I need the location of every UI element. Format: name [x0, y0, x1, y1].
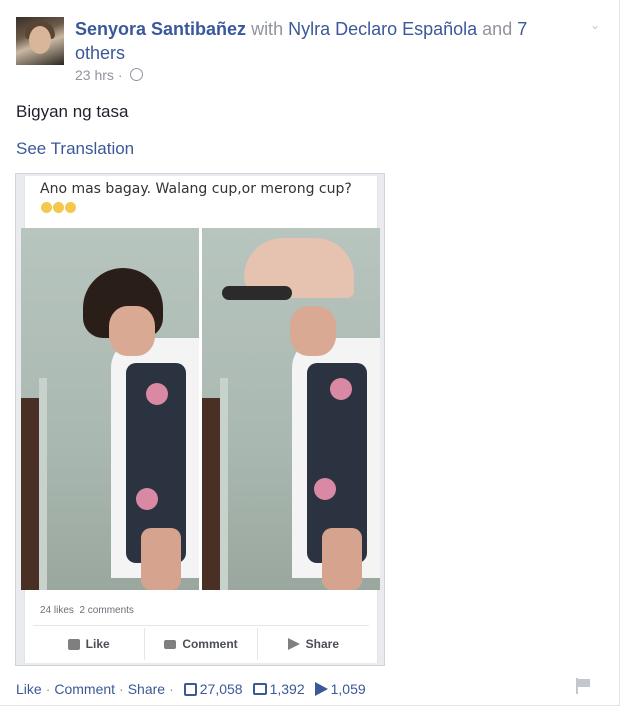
like-link[interactable]: Like — [16, 681, 42, 697]
embedded-comment-label: Comment — [182, 637, 238, 651]
embedded-caption: Ano mas bagay. Walang cup,or merong cup? — [40, 180, 360, 218]
meta-separator: · — [117, 67, 123, 83]
like-count-value: 27,058 — [199, 681, 243, 697]
chair — [21, 398, 39, 590]
embedded-caption-text: Ano mas bagay. Walang cup,or merong cup? — [40, 181, 352, 197]
share-count[interactable]: 1,059 — [314, 681, 366, 697]
with-text: with — [246, 19, 289, 39]
post-text: Bigyan ng tasa — [16, 102, 129, 121]
embedded-comment-button: Comment — [145, 628, 258, 660]
tagged-friend[interactable]: Nylra Declaro Española — [288, 19, 477, 39]
and-text: and — [477, 19, 518, 39]
embedded-share-label: Share — [305, 637, 339, 651]
emoji-icon — [53, 202, 64, 213]
embedded-likes: 24 likes — [40, 605, 74, 616]
comment-icon — [164, 639, 177, 649]
arm — [141, 528, 181, 590]
post-card: Senyora Santibañez with Nylra Declaro Es… — [0, 0, 620, 706]
boy-face — [290, 306, 336, 356]
photo-with-cap — [202, 228, 380, 590]
boy-face — [109, 306, 155, 356]
cap-brim — [222, 286, 292, 300]
flower-print — [314, 478, 336, 500]
like-count[interactable]: 27,058 — [183, 681, 243, 697]
thumbs-up-icon — [183, 682, 197, 696]
post-meta: 23 hrs · — [75, 67, 144, 83]
wall-edge — [39, 378, 47, 590]
globe-icon[interactable] — [130, 68, 144, 81]
author-avatar[interactable] — [16, 17, 64, 65]
share-link[interactable]: Share — [128, 681, 165, 697]
comment-count-value: 1,392 — [269, 681, 305, 697]
embedded-post: Ano mas bagay. Walang cup,or merong cup? — [21, 176, 380, 663]
post-time[interactable]: 23 hrs — [75, 67, 114, 83]
emoji-icon — [65, 202, 76, 213]
chair — [202, 398, 220, 590]
embedded-share-button: Share — [258, 628, 369, 660]
chevron-down-icon[interactable]: ⌄ — [590, 18, 604, 32]
embedded-actions: Like Comment Share — [33, 628, 369, 660]
see-translation-link[interactable]: See Translation — [16, 139, 134, 159]
avatar-face — [29, 26, 51, 54]
comment-icon — [252, 683, 267, 695]
flower-print — [136, 488, 158, 510]
flag-cloth — [578, 679, 590, 687]
photo-without-cap — [21, 228, 199, 590]
embedded-like-button: Like — [33, 628, 146, 660]
author-name[interactable]: Senyora Santibañez — [75, 19, 246, 39]
embedded-like-label: Like — [85, 637, 110, 651]
flower-print — [146, 383, 168, 405]
embedded-comments: 2 comments — [79, 605, 134, 616]
arm — [322, 528, 362, 590]
embedded-counts: 24 likes 2 comments — [40, 605, 134, 616]
separator: · — [119, 681, 124, 697]
thumbs-up-icon — [67, 638, 80, 650]
wall-edge — [220, 378, 228, 590]
flower-print — [330, 378, 352, 400]
flag-icon[interactable] — [576, 678, 590, 694]
separator: · — [169, 681, 174, 697]
share-icon — [314, 682, 328, 696]
post-image[interactable]: Ano mas bagay. Walang cup,or merong cup? — [15, 173, 385, 666]
share-count-value: 1,059 — [330, 681, 366, 697]
post-header: Senyora Santibañez with Nylra Declaro Es… — [75, 17, 545, 65]
divider — [33, 625, 369, 626]
emoji-icon — [41, 202, 52, 213]
share-icon — [287, 638, 300, 650]
post-actions: Like · Comment · Share · 27,058 1,392 1,… — [16, 681, 366, 697]
separator: · — [45, 681, 51, 697]
comment-count[interactable]: 1,392 — [252, 681, 305, 697]
comment-link[interactable]: Comment — [54, 681, 115, 697]
